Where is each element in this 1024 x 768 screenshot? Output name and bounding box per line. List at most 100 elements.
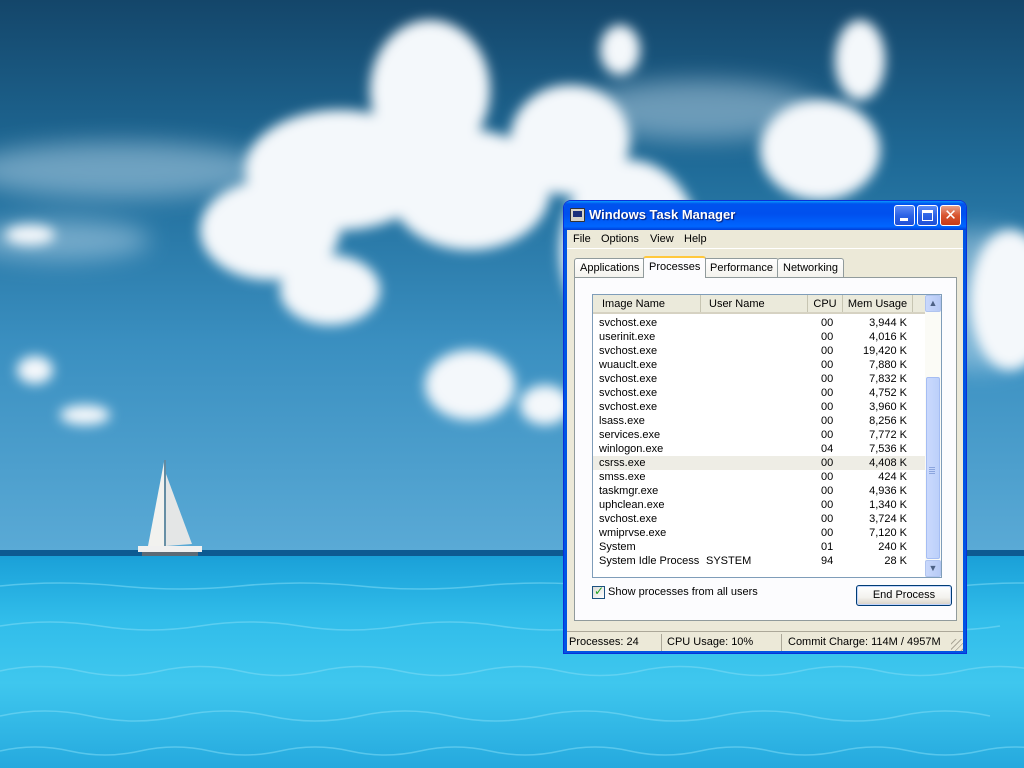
process-row[interactable]: smss.exe 00 424 K xyxy=(593,470,925,484)
process-row[interactable]: uphclean.exe 00 1,340 K xyxy=(593,498,925,512)
process-row[interactable]: svchost.exe 00 3,960 K xyxy=(593,400,925,414)
process-row[interactable]: csrss.exe 00 4,408 K xyxy=(593,456,925,470)
show-all-users-checkbox[interactable]: ✓ xyxy=(592,584,605,599)
resize-grip[interactable] xyxy=(951,639,963,651)
processes-tab-panel: Image Name User Name CPU Mem Usage svcho… xyxy=(574,277,957,621)
process-mem-usage: 7,772 K xyxy=(869,429,907,441)
process-row[interactable]: svchost.exe 00 4,752 K xyxy=(593,386,925,400)
process-image-name: uphclean.exe xyxy=(599,499,665,511)
scroll-thumb-grip xyxy=(929,467,935,468)
scroll-up-arrow-icon: ▲ xyxy=(928,298,938,308)
end-process-button[interactable]: End Process xyxy=(856,585,952,606)
process-row[interactable]: svchost.exe 00 19,420 K xyxy=(593,344,925,358)
process-mem-usage: 1,340 K xyxy=(869,499,907,511)
process-list[interactable]: Image Name User Name CPU Mem Usage svcho… xyxy=(592,294,942,578)
process-cpu: 00 xyxy=(821,485,834,497)
scroll-thumb[interactable] xyxy=(926,377,940,559)
status-commit-charge: Commit Charge: 114M / 4957M xyxy=(788,636,941,648)
maximize-icon xyxy=(922,210,933,221)
process-row[interactable]: System Idle Process SYSTEM 94 28 K xyxy=(593,554,925,568)
process-cpu: 00 xyxy=(821,457,834,469)
status-bar: Processes: 24 CPU Usage: 10% Commit Char… xyxy=(567,631,963,651)
maximize-button[interactable] xyxy=(917,205,938,226)
process-image-name: wmiprvse.exe xyxy=(599,527,667,539)
menu-file[interactable]: File xyxy=(573,233,591,245)
process-row[interactable]: svchost.exe 00 7,832 K xyxy=(593,372,925,386)
title-bar[interactable]: Windows Task Manager ✕ xyxy=(564,201,966,230)
minimize-button[interactable] xyxy=(894,205,915,226)
menu-bar: File Options View Help xyxy=(567,230,963,249)
process-mem-usage: 7,880 K xyxy=(869,359,907,371)
process-row[interactable]: System 01 240 K xyxy=(593,540,925,554)
process-cpu: 00 xyxy=(821,527,834,539)
process-image-name: wuauclt.exe xyxy=(599,359,658,371)
process-row[interactable]: lsass.exe 00 8,256 K xyxy=(593,414,925,428)
process-row[interactable]: svchost.exe 00 3,724 K xyxy=(593,512,925,526)
process-mem-usage: 3,960 K xyxy=(869,401,907,413)
tab-networking[interactable]: Networking xyxy=(777,258,845,277)
checkmark-icon: ✓ xyxy=(594,584,605,598)
process-list-header: Image Name User Name CPU Mem Usage xyxy=(593,295,925,314)
process-cpu: 00 xyxy=(821,387,834,399)
process-mem-usage: 4,408 K xyxy=(869,457,907,469)
process-user-name: SYSTEM xyxy=(706,555,752,567)
process-image-name: lsass.exe xyxy=(599,415,645,427)
column-user-name[interactable]: User Name xyxy=(701,295,808,312)
process-mem-usage: 8,256 K xyxy=(869,415,907,427)
tab-performance[interactable]: Performance xyxy=(704,258,779,277)
process-cpu: 04 xyxy=(821,443,834,455)
process-cpu: 01 xyxy=(821,541,834,553)
process-cpu: 00 xyxy=(821,359,834,371)
column-image-name[interactable]: Image Name xyxy=(593,295,701,312)
task-manager-window: Windows Task Manager ✕ File Options View… xyxy=(563,200,967,654)
scroll-up-button[interactable]: ▲ xyxy=(925,295,941,312)
process-mem-usage: 240 K xyxy=(878,541,907,553)
process-row[interactable]: userinit.exe 00 4,016 K xyxy=(593,330,925,344)
process-image-name: svchost.exe xyxy=(599,373,658,385)
process-mem-usage: 3,944 K xyxy=(869,317,907,329)
tab-processes[interactable]: Processes xyxy=(643,256,707,278)
tab-applications[interactable]: Applications xyxy=(574,258,646,277)
process-image-name: svchost.exe xyxy=(599,387,658,399)
process-row[interactable]: wuauclt.exe 00 7,880 K xyxy=(593,358,925,372)
minimize-icon xyxy=(900,218,908,221)
process-image-name: userinit.exe xyxy=(599,331,656,343)
menu-view[interactable]: View xyxy=(650,233,674,245)
process-list-scrollbar[interactable]: ▲ ▼ xyxy=(925,295,941,577)
process-cpu: 00 xyxy=(821,429,834,441)
column-cpu[interactable]: CPU xyxy=(808,295,843,312)
process-image-name: svchost.exe xyxy=(599,401,658,413)
column-mem-usage[interactable]: Mem Usage xyxy=(843,295,913,312)
process-row[interactable]: winlogon.exe 04 7,536 K xyxy=(593,442,925,456)
process-cpu: 00 xyxy=(821,317,834,329)
process-row[interactable]: services.exe 00 7,772 K xyxy=(593,428,925,442)
menu-options[interactable]: Options xyxy=(601,233,639,245)
process-cpu: 00 xyxy=(821,471,834,483)
scroll-down-button[interactable]: ▼ xyxy=(925,560,941,577)
process-cpu: 00 xyxy=(821,373,834,385)
process-cpu: 94 xyxy=(821,555,834,567)
status-processes: Processes: 24 xyxy=(567,634,662,651)
process-image-name: System xyxy=(599,541,636,553)
process-cpu: 00 xyxy=(821,401,834,413)
process-image-name: svchost.exe xyxy=(599,513,658,525)
close-button[interactable]: ✕ xyxy=(940,205,961,226)
process-mem-usage: 424 K xyxy=(878,471,907,483)
process-mem-usage: 4,936 K xyxy=(869,485,907,497)
process-image-name: System Idle Process xyxy=(599,555,700,567)
menu-help[interactable]: Help xyxy=(684,233,707,245)
process-cpu: 00 xyxy=(821,513,834,525)
process-mem-usage: 3,724 K xyxy=(869,513,907,525)
process-mem-usage: 4,016 K xyxy=(869,331,907,343)
process-row[interactable]: taskmgr.exe 00 4,936 K xyxy=(593,484,925,498)
show-all-users-label[interactable]: Show processes from all users xyxy=(608,586,758,598)
window-title: Windows Task Manager xyxy=(589,207,736,222)
process-cpu: 00 xyxy=(821,331,834,343)
process-mem-usage: 28 K xyxy=(884,555,907,567)
process-mem-usage: 7,536 K xyxy=(869,443,907,455)
process-row[interactable]: svchost.exe 00 3,944 K xyxy=(593,316,925,330)
process-row[interactable]: wmiprvse.exe 00 7,120 K xyxy=(593,526,925,540)
process-image-name: winlogon.exe xyxy=(599,443,664,455)
process-image-name: svchost.exe xyxy=(599,317,658,329)
process-mem-usage: 4,752 K xyxy=(869,387,907,399)
